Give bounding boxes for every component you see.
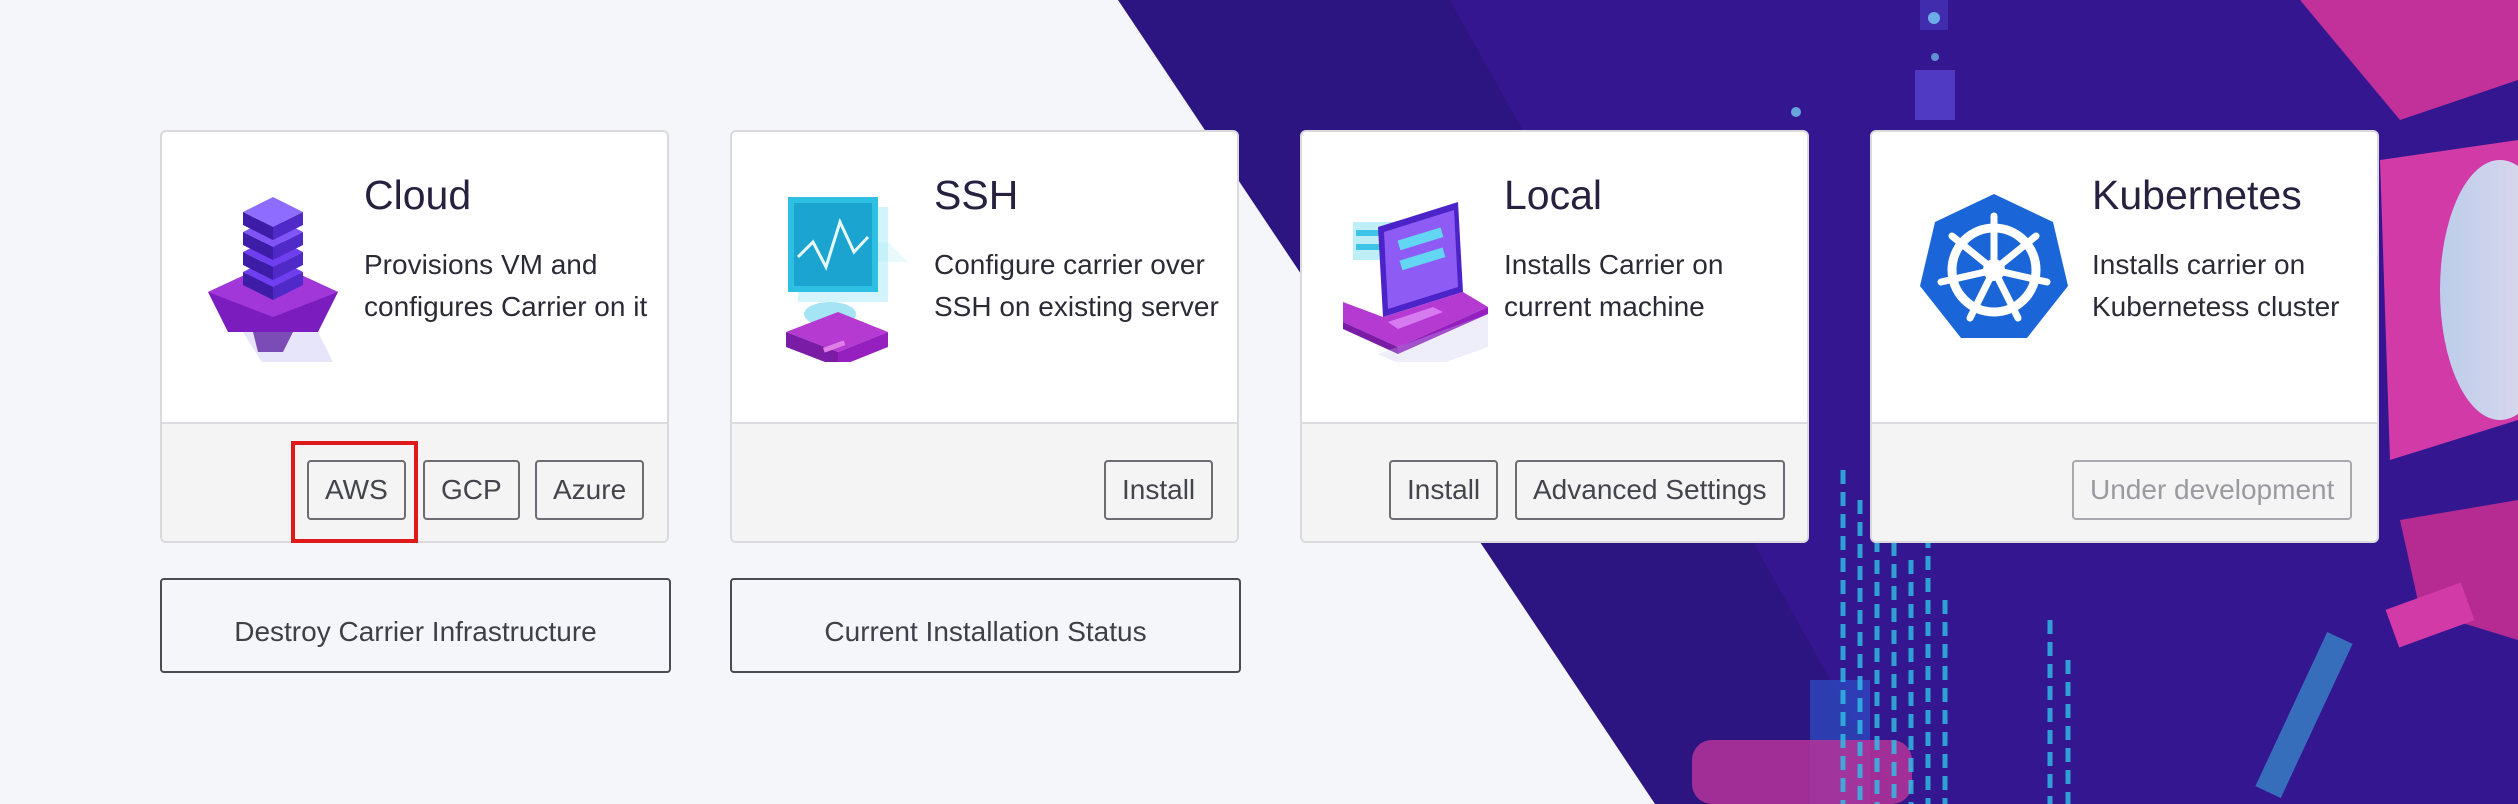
gcp-button[interactable]: GCP xyxy=(423,460,520,520)
ssh-card: SSH Configure carrier over SSH on existi… xyxy=(730,130,1239,543)
card-title: SSH xyxy=(934,172,1019,218)
installation-status-button[interactable]: Current Installation Status xyxy=(730,578,1241,673)
server-stack-icon xyxy=(208,197,338,362)
advanced-settings-button[interactable]: Advanced Settings xyxy=(1515,460,1785,520)
azure-button[interactable]: Azure xyxy=(535,460,645,520)
card-description: Provisions VM and configures Carrier on … xyxy=(364,249,648,322)
kubernetes-card-body: Kubernetes Installs carrier on Kubernete… xyxy=(1872,132,2377,426)
card-description: Installs carrier on Kubernetess cluster xyxy=(2092,249,2340,322)
kubernetes-card-footer: Under development xyxy=(1872,422,2377,541)
ssh-install-button[interactable]: Install xyxy=(1104,460,1214,520)
cloud-card-body: Cloud Provisions VM and configures Carri… xyxy=(162,132,667,426)
card-description: Installs Carrier on current machine xyxy=(1504,249,1724,322)
server-monitor-icon xyxy=(786,197,908,362)
card-title: Local xyxy=(1504,172,1603,218)
cloud-card: Cloud Provisions VM and configures Carri… xyxy=(160,130,669,543)
destroy-infrastructure-button[interactable]: Destroy Carrier Infrastructure xyxy=(160,578,671,673)
card-title: Kubernetes xyxy=(2092,172,2302,218)
local-card-body: Local Installs Carrier on current machin… xyxy=(1302,132,1807,426)
ssh-card-body: SSH Configure carrier over SSH on existi… xyxy=(732,132,1237,426)
aws-button[interactable]: AWS xyxy=(307,460,406,520)
kubernetes-helm-icon xyxy=(1920,194,2068,338)
local-install-button[interactable]: Install xyxy=(1389,460,1499,520)
local-card: Local Installs Carrier on current machin… xyxy=(1300,130,1809,543)
cloud-card-footer: AWS GCP Azure xyxy=(162,422,667,541)
local-card-footer: Install Advanced Settings xyxy=(1302,422,1807,541)
kubernetes-card: Kubernetes Installs carrier on Kubernete… xyxy=(1870,130,2379,543)
card-title: Cloud xyxy=(364,172,472,218)
under-development-button: Under development xyxy=(2072,460,2353,520)
card-description: Configure carrier over SSH on existing s… xyxy=(934,249,1219,322)
laptop-icon xyxy=(1343,202,1488,362)
ssh-card-footer: Install xyxy=(732,422,1237,541)
